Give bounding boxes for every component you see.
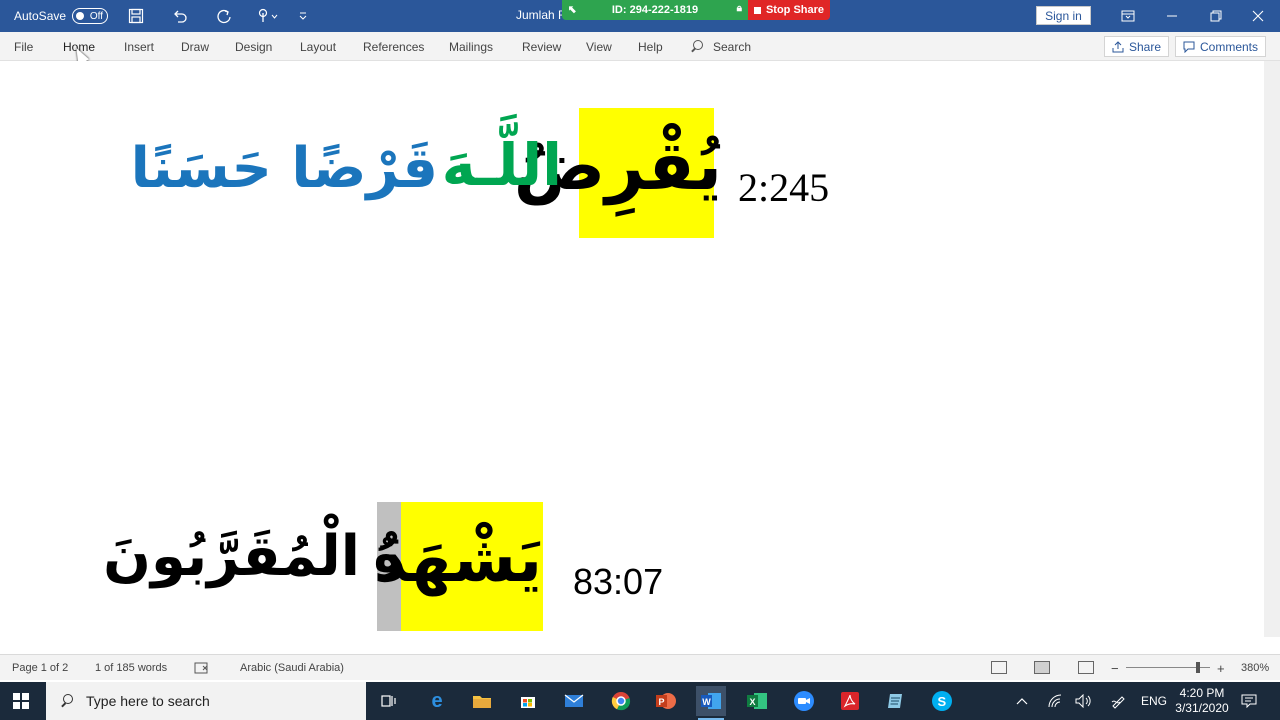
share-icon [1112, 40, 1124, 52]
share-indicator-icon: ⬉ [568, 4, 578, 16]
autosave-toggle[interactable]: Off [72, 8, 109, 24]
search-label: Search [713, 39, 752, 54]
comment-icon [1183, 41, 1195, 53]
task-view-icon[interactable] [374, 686, 404, 716]
suffix-letter[interactable]: هُ [374, 531, 402, 579]
input-language[interactable]: ENG [1141, 682, 1167, 720]
word-icon[interactable]: W [696, 686, 726, 720]
status-bar: Page 1 of 2 1 of 185 words Arabic (Saudi… [0, 654, 1280, 680]
redo-icon[interactable] [202, 0, 246, 32]
web-layout-icon[interactable] [1078, 661, 1094, 674]
proofing-icon[interactable] [194, 655, 210, 681]
skype-icon[interactable]: S [927, 686, 957, 716]
customize-toolbar-icon[interactable] [290, 0, 316, 32]
quick-access-toolbar: AutoSave Off [14, 0, 316, 32]
tab-insert[interactable]: Insert [124, 32, 154, 61]
windows-start-icon[interactable] [13, 693, 29, 709]
taskbar-search-placeholder: Type here to search [86, 693, 210, 709]
stop-icon [753, 6, 761, 14]
restore-icon[interactable] [1194, 0, 1238, 32]
lock-icon: 🔒︎ [736, 3, 742, 14]
clock-time: 4:20 PM [1179, 686, 1225, 700]
svg-text:X: X [750, 697, 756, 707]
zoom-app-icon[interactable] [789, 686, 819, 716]
document-canvas: يُقْرِضُ اللَّـهَ قَرْضًا حَسَنًا 2:245 … [0, 61, 1280, 637]
document-title: Jumlah F [516, 8, 566, 22]
wifi-icon[interactable] [1047, 682, 1063, 720]
powerpoint-icon[interactable]: P [651, 686, 681, 716]
edge-icon[interactable]: e [422, 686, 452, 716]
blue-words[interactable]: قَرْضًا حَسَنًا [131, 141, 438, 197]
svg-text:P: P [659, 697, 665, 707]
notepad-icon[interactable] [881, 686, 911, 716]
black-word[interactable]: الْمُقَرَّبُونَ [103, 529, 360, 585]
close-icon[interactable] [1236, 0, 1280, 32]
system-clock[interactable]: 4:20 PM 3/31/2020 [1172, 686, 1232, 716]
taskbar-search[interactable]: Type here to search [46, 682, 366, 720]
meeting-id: ID: 294-222-1819 [611, 4, 699, 16]
search-icon [690, 39, 704, 54]
tab-references[interactable]: References [363, 32, 424, 61]
mail-icon[interactable] [559, 686, 589, 716]
stop-share-label: Stop Share [765, 4, 825, 16]
meeting-id-badge[interactable]: ⬉ ID: 294-222-1819 🔒︎ [562, 0, 748, 20]
acrobat-icon[interactable] [835, 686, 865, 716]
zoom-level[interactable]: 380% [1241, 655, 1269, 681]
save-icon[interactable] [114, 0, 158, 32]
sign-in-button[interactable]: Sign in [1036, 6, 1091, 25]
tell-me-search[interactable]: Search [690, 32, 751, 61]
stop-share-button[interactable]: Stop Share [748, 0, 830, 20]
tab-file[interactable]: File [14, 32, 33, 61]
title-bar: AutoSave Off Jumlah F ⬉ ID: 294-222-1819… [0, 0, 1280, 32]
vertical-scrollbar[interactable] [1264, 61, 1280, 637]
clock-date: 3/31/2020 [1175, 701, 1229, 715]
verse-reference[interactable]: 83:07 [573, 561, 663, 603]
tab-view[interactable]: View [586, 32, 612, 61]
svg-text:W: W [702, 697, 711, 707]
chrome-icon[interactable] [606, 686, 636, 716]
comments-button[interactable]: Comments [1175, 36, 1267, 57]
tab-review[interactable]: Review [522, 32, 561, 61]
tab-help[interactable]: Help [638, 32, 663, 61]
minimize-icon[interactable] [1150, 0, 1194, 32]
autosave-label: AutoSave [14, 9, 67, 23]
pen-icon[interactable] [1110, 682, 1126, 720]
tab-mailings[interactable]: Mailings [449, 32, 493, 61]
svg-text:S: S [938, 694, 947, 709]
ribbon-tabs: File Home Insert Draw Design Layout Refe… [0, 32, 1280, 61]
tab-layout[interactable]: Layout [300, 32, 336, 61]
green-word[interactable]: اللَّـهَ [442, 136, 562, 194]
read-mode-icon[interactable] [991, 661, 1007, 674]
tab-draw[interactable]: Draw [181, 32, 209, 61]
language-indicator[interactable]: Arabic (Saudi Arabia) [240, 655, 344, 681]
notification-icon[interactable] [1241, 682, 1257, 720]
touch-mode-icon[interactable] [246, 0, 290, 32]
windows-taskbar: Type here to search e P W X S ENG 4:20 P… [0, 682, 1280, 720]
screen-share-bar: ⬉ ID: 294-222-1819 🔒︎ Stop Share [562, 0, 830, 20]
highlighted-word[interactable]: يُقْرِضُ [514, 133, 722, 201]
print-layout-icon[interactable] [1034, 661, 1050, 674]
zoom-slider-thumb[interactable] [1196, 662, 1200, 673]
undo-icon[interactable] [158, 0, 202, 32]
zoom-out-button[interactable]: − [1111, 655, 1119, 681]
share-label: Share [1129, 39, 1162, 54]
highlighted-word[interactable]: يَشْهَدُ [374, 528, 542, 592]
comments-label: Comments [1200, 39, 1259, 54]
word-count[interactable]: 1 of 185 words [95, 655, 167, 681]
verse-reference[interactable]: 2:245 [738, 164, 829, 211]
tab-design[interactable]: Design [235, 32, 272, 61]
file-explorer-icon[interactable] [467, 686, 497, 716]
document-page[interactable]: يُقْرِضُ اللَّـهَ قَرْضًا حَسَنًا 2:245 … [0, 61, 1264, 637]
zoom-in-button[interactable]: + [1217, 655, 1225, 681]
search-icon [60, 694, 74, 708]
ribbon-display-options-icon[interactable] [1106, 0, 1150, 32]
excel-icon[interactable]: X [742, 686, 772, 716]
store-icon[interactable] [513, 686, 543, 716]
volume-icon[interactable] [1075, 682, 1093, 720]
page-count[interactable]: Page 1 of 2 [12, 655, 68, 681]
share-button[interactable]: Share [1104, 36, 1170, 57]
show-hidden-icons[interactable] [1016, 682, 1028, 720]
